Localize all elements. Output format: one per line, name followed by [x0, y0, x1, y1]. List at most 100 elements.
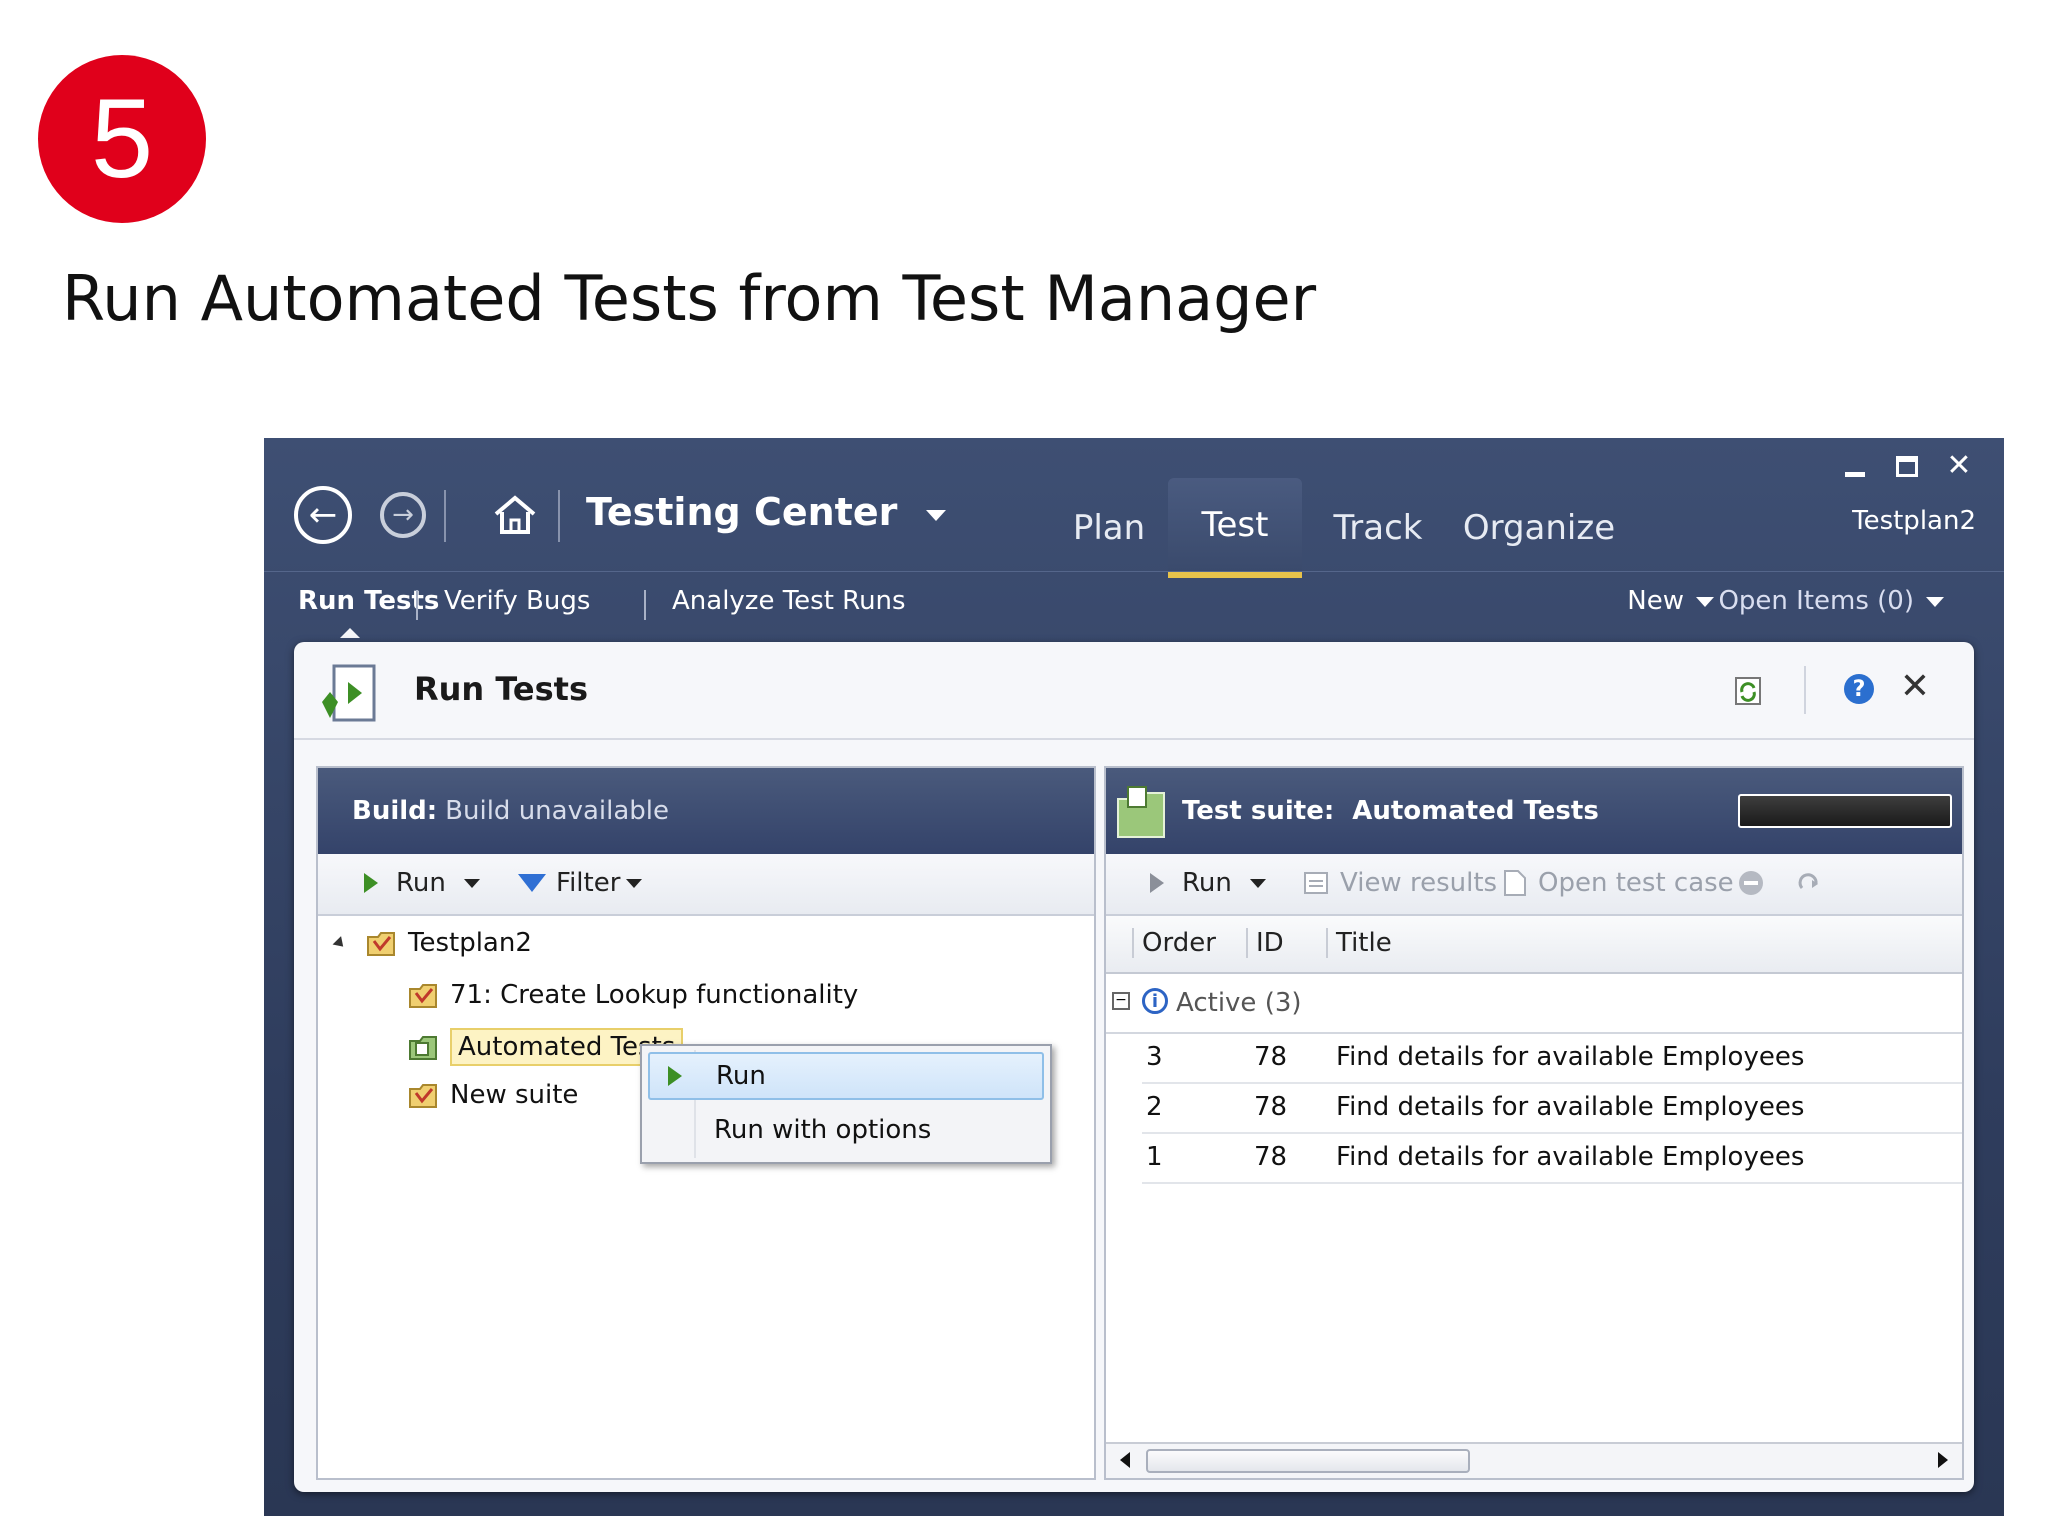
chevron-down-icon [1249, 878, 1266, 888]
view-results-label: View results [1340, 868, 1498, 898]
horizontal-scrollbar[interactable] [1106, 1442, 1962, 1478]
run-label: Run [1182, 868, 1232, 898]
chevron-down-icon [463, 878, 480, 888]
requirement-suite-icon [409, 984, 437, 1008]
refresh-icon[interactable] [1734, 676, 1762, 706]
static-suite-icon [409, 1036, 437, 1060]
tree-item-testplan[interactable]: Testplan2 [332, 928, 532, 958]
view-results-icon [1304, 872, 1328, 894]
cell-id: 78 [1254, 1142, 1288, 1172]
info-icon: i [1142, 988, 1168, 1014]
test-cases-pane: Test suite: Automated Tests Run View res… [1104, 766, 1964, 1480]
static-suite-icon [409, 1084, 437, 1108]
reset-icon[interactable] [1794, 868, 1824, 898]
cell-order: 3 [1146, 1042, 1163, 1072]
open-items-label: Open Items (0) [1718, 586, 1914, 616]
panel-header: Run Tests ? ✕ [294, 642, 1974, 740]
tab-plan[interactable]: Plan [1049, 478, 1169, 578]
group-row-active[interactable]: − i Active (3) [1106, 974, 1962, 1034]
scroll-right-icon[interactable] [1938, 1452, 1948, 1468]
left-toolbar: Run Filter [318, 854, 1094, 916]
tree-item-label: New suite [450, 1080, 579, 1110]
suite-label: Test suite: [1182, 796, 1335, 826]
filter-label: Filter [556, 868, 621, 898]
tab-organize[interactable]: Organize [1454, 478, 1624, 578]
play-icon [1150, 873, 1164, 893]
block-icon-shape [1739, 871, 1763, 895]
subnav-separator [416, 590, 418, 620]
scroll-thumb[interactable] [1146, 1449, 1470, 1473]
sub-navigation: Run Tests Verify Bugs Analyze Test Runs … [264, 571, 2004, 640]
tree-item-label: Testplan2 [408, 928, 532, 958]
view-results-button[interactable]: View results [1302, 868, 1497, 898]
play-icon [364, 873, 378, 893]
table-row[interactable]: 1 78 Find details for available Employee… [1142, 1134, 1962, 1184]
test-manager-window: ✕ ← → Testing Center Plan Test Track Org… [264, 438, 2004, 1516]
panel-title: Run Tests [414, 670, 589, 708]
tree-item-new-suite[interactable]: New suite [408, 1080, 578, 1110]
block-icon[interactable] [1736, 868, 1766, 898]
filter-icon [518, 874, 546, 892]
column-header-title[interactable]: Title [1326, 928, 1392, 958]
open-test-case-icon [1504, 870, 1526, 896]
navigation-bar: ← → Testing Center Plan Test Track Organ… [294, 478, 2004, 578]
tab-track[interactable]: Track [1314, 478, 1442, 578]
run-button[interactable]: Run [364, 868, 480, 898]
open-test-case-button[interactable]: Open test case [1502, 868, 1734, 898]
column-header-order[interactable]: Order [1132, 928, 1216, 958]
open-items-button[interactable]: Open Items (0) [1718, 586, 1944, 616]
open-test-case-label: Open test case [1538, 868, 1734, 898]
close-panel-icon[interactable]: ✕ [1900, 666, 1930, 707]
expand-triangle-icon[interactable] [332, 935, 348, 951]
right-toolbar: Run View results Open test case [1106, 854, 1962, 916]
run-label: Run [396, 868, 446, 898]
column-headers: Order ID Title [1106, 916, 1962, 974]
subnav-analyze-test-runs[interactable]: Analyze Test Runs [672, 586, 906, 616]
tree-item-label: 71: Create Lookup functionality [450, 980, 859, 1010]
help-icon[interactable]: ? [1844, 674, 1874, 704]
cell-order: 1 [1146, 1142, 1163, 1172]
chevron-down-icon[interactable] [926, 510, 946, 521]
subnav-separator [644, 590, 646, 620]
subnav-run-tests[interactable]: Run Tests [298, 586, 439, 638]
slide-title: Run Automated Tests from Test Manager [62, 262, 1317, 335]
test-plan-name[interactable]: Testplan2 [1852, 506, 1976, 536]
run-button[interactable]: Run [1150, 868, 1266, 898]
play-icon [668, 1066, 682, 1086]
tab-test[interactable]: Test [1168, 478, 1302, 578]
back-arrow-icon[interactable]: ← [294, 486, 352, 544]
menu-item-label: Run [716, 1061, 766, 1091]
test-suite-icon [1117, 786, 1165, 838]
new-menu-button[interactable]: New [1627, 586, 1714, 616]
cell-order: 2 [1146, 1092, 1163, 1122]
menu-item-run[interactable]: Run [648, 1052, 1044, 1100]
build-label: Build: [352, 796, 438, 826]
run-tests-panel: Run Tests ? ✕ Build: Build unavailable R… [294, 642, 1974, 1492]
chevron-down-icon [626, 878, 643, 888]
table-row[interactable]: 2 78 Find details for available Employee… [1142, 1084, 1962, 1134]
suite-name: Automated Tests [1352, 796, 1599, 826]
reset-icon-shape [1798, 873, 1818, 889]
menu-item-run-with-options[interactable]: Run with options [648, 1106, 1044, 1154]
collapse-icon[interactable]: − [1112, 992, 1130, 1010]
new-label: New [1627, 586, 1684, 616]
app-title: Testing Center [586, 490, 898, 534]
home-icon[interactable] [490, 490, 540, 540]
filter-button[interactable]: Filter [518, 868, 643, 898]
scroll-left-icon[interactable] [1120, 1452, 1130, 1468]
column-header-id[interactable]: ID [1246, 928, 1284, 958]
test-plan-icon [367, 932, 395, 956]
forward-arrow-icon[interactable]: → [380, 492, 426, 538]
group-label: Active (3) [1176, 988, 1302, 1018]
tree-item-requirement-suite[interactable]: 71: Create Lookup functionality [408, 980, 858, 1010]
chevron-down-icon [1926, 596, 1944, 607]
cell-title: Find details for available Employees [1336, 1092, 1805, 1122]
subnav-verify-bugs[interactable]: Verify Bugs [444, 586, 590, 616]
header-separator [1804, 666, 1806, 714]
progress-bar [1738, 794, 1952, 828]
table-row[interactable]: 3 78 Find details for available Employee… [1142, 1034, 1962, 1084]
build-value: Build unavailable [445, 796, 670, 826]
nav-separator [558, 490, 560, 542]
cell-title: Find details for available Employees [1336, 1042, 1805, 1072]
run-tests-icon [322, 664, 376, 722]
